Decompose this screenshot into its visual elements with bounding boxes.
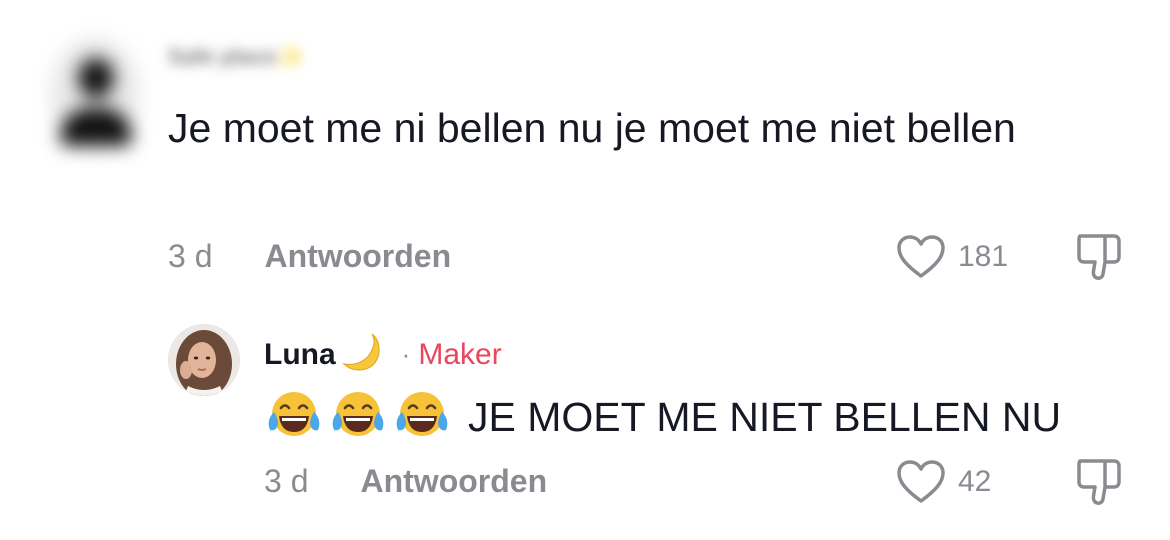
face-with-tears-of-joy-icon xyxy=(392,388,452,447)
comment-meta: 3 d Antwoorden xyxy=(168,238,451,275)
sparkles-icon: ✨ xyxy=(276,44,305,69)
reply-text: JE MOET ME NIET BELLEN NU xyxy=(468,394,1062,440)
reply-timestamp: 3 d xyxy=(264,463,309,499)
reply-button[interactable]: Antwoorden xyxy=(360,463,547,500)
comment-timestamp: 3 d xyxy=(168,238,213,274)
avatar[interactable] xyxy=(168,324,240,396)
separator-dot: · xyxy=(401,339,411,369)
maker-badge: Maker xyxy=(418,337,502,371)
reply-button[interactable]: Antwoorden xyxy=(264,238,451,275)
like-count: 181 xyxy=(958,240,1009,273)
avatar[interactable] xyxy=(40,30,150,155)
reply-meta: 3 d Antwoorden xyxy=(264,463,547,500)
reply-header: Luna · Maker xyxy=(264,330,502,379)
face-with-tears-of-joy-icon xyxy=(264,388,324,447)
reply-text-row: JE MOET ME NIET BELLEN NU xyxy=(264,388,1061,447)
like-button[interactable]: 42 xyxy=(896,459,991,505)
thumbs-down-icon[interactable] xyxy=(1074,457,1124,507)
like-button[interactable]: 181 xyxy=(896,234,1008,280)
reply-username[interactable]: Luna xyxy=(264,338,336,372)
like-count: 42 xyxy=(958,465,992,498)
heart-outline-icon[interactable] xyxy=(896,459,946,505)
crescent-moon-icon xyxy=(338,330,390,379)
thumbs-down-icon[interactable] xyxy=(1074,232,1124,282)
face-with-tears-of-joy-icon xyxy=(328,388,388,447)
comment-text: Je moet me ni bellen nu je moet me niet … xyxy=(168,105,1016,151)
username-text: Safe place xyxy=(168,44,277,69)
heart-outline-icon[interactable] xyxy=(896,234,946,280)
comment-username[interactable]: Safe place✨ xyxy=(168,44,304,70)
